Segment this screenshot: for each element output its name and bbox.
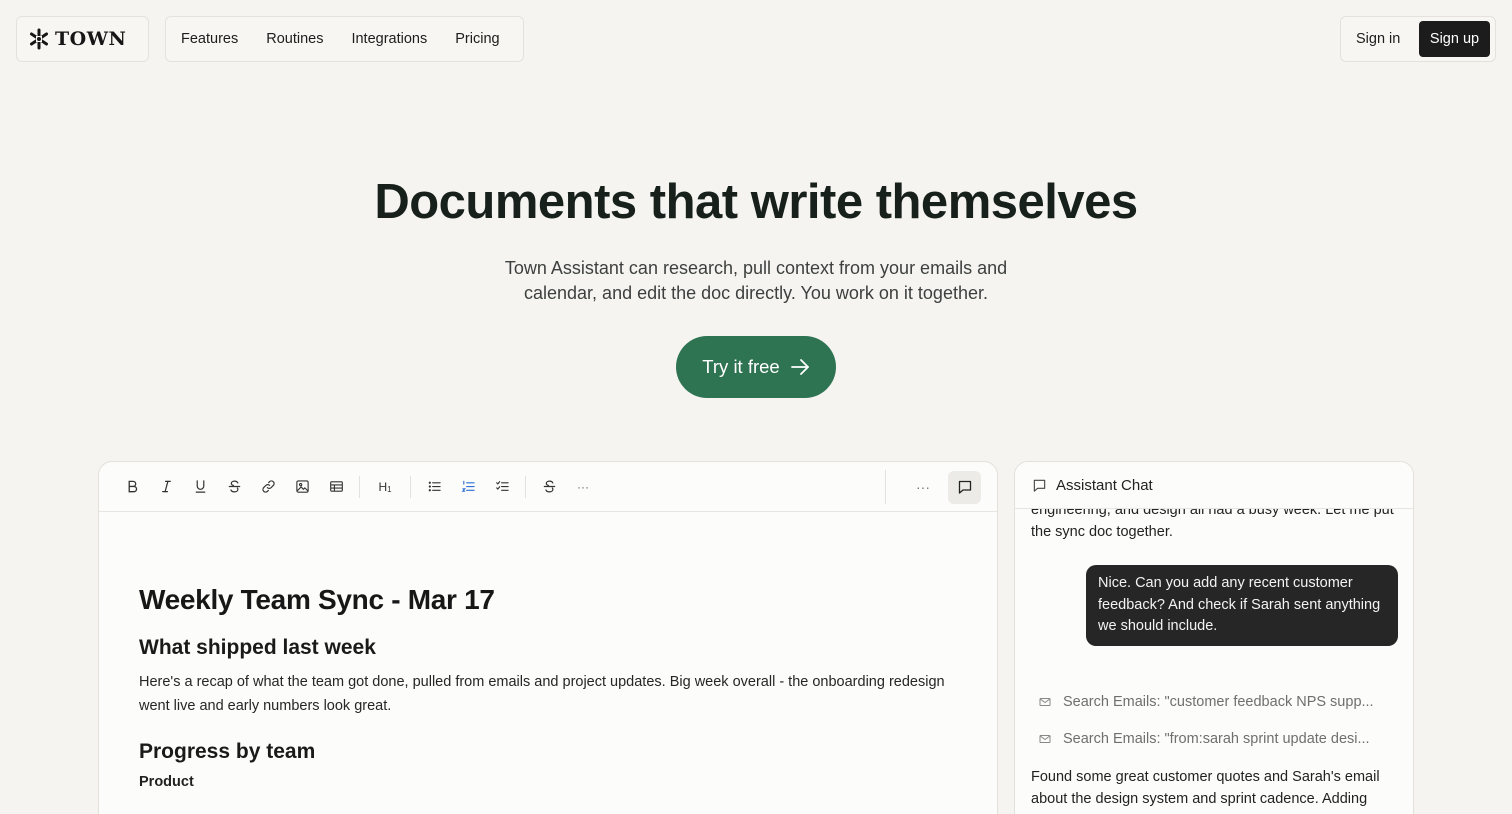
mail-icon xyxy=(1039,735,1051,743)
toolbar-divider xyxy=(885,470,886,504)
assistant-chat-panel: Assistant Chat engineering, and design a… xyxy=(1014,461,1414,814)
more-label: ··· xyxy=(577,479,589,494)
cta-label: Try it free xyxy=(702,356,780,377)
chat-bubble-icon xyxy=(1033,479,1046,492)
heading-level: 1 xyxy=(387,485,392,494)
sign-up-button[interactable]: Sign up xyxy=(1419,21,1490,57)
nav-link-pricing[interactable]: Pricing xyxy=(455,31,499,47)
auth-actions: Sign in Sign up xyxy=(1340,16,1496,62)
hero-subtitle: Town Assistant can research, pull contex… xyxy=(456,256,1056,306)
assistant-message: Found some great customer quotes and Sar… xyxy=(1031,769,1380,814)
tool-call-row[interactable]: Search Emails: "customer feedback NPS su… xyxy=(1039,694,1374,710)
toolbar-right: ··· xyxy=(885,470,981,504)
checklist-icon[interactable] xyxy=(491,476,513,498)
link-icon[interactable] xyxy=(257,476,279,498)
toolbar-divider xyxy=(410,475,411,498)
nav-link-features[interactable]: Features xyxy=(181,31,238,47)
tool-call-label: Search Emails: "customer feedback NPS su… xyxy=(1063,694,1374,710)
italic-icon[interactable] xyxy=(155,476,177,498)
document-title: Weekly Team Sync - Mar 17 xyxy=(139,584,495,615)
main-nav: Features Routines Integrations Pricing xyxy=(165,16,524,62)
strikethrough-icon[interactable] xyxy=(538,476,560,498)
tool-call-label: Search Emails: "from:sarah sprint update… xyxy=(1063,731,1370,747)
section-heading: Progress by team xyxy=(139,740,316,763)
document-editor: H1 ··· ··· Weekly Team Sync - Mar 17 Wha… xyxy=(98,461,998,814)
sign-in-button[interactable]: Sign in xyxy=(1356,31,1400,47)
hero-subtitle-line-1: Town Assistant can research, pull contex… xyxy=(504,258,1008,278)
document-body[interactable]: Weekly Team Sync - Mar 17 What shipped l… xyxy=(99,512,997,790)
table-icon[interactable] xyxy=(325,476,347,498)
try-it-free-button[interactable]: Try it free xyxy=(676,336,836,398)
town-logo-icon xyxy=(30,28,48,50)
more-options-icon[interactable]: ··· xyxy=(908,479,938,495)
chat-header: Assistant Chat xyxy=(1015,462,1413,509)
toolbar-divider xyxy=(525,475,526,498)
hero-subtitle-line-2: calendar, and edit the doc directly. You… xyxy=(524,283,988,303)
image-icon[interactable] xyxy=(291,476,313,498)
numbered-list-icon[interactable] xyxy=(457,476,479,498)
user-message: Nice. Can you add any recent customer fe… xyxy=(1086,565,1398,646)
nav-link-routines[interactable]: Routines xyxy=(266,31,323,47)
logo-text: TOWN xyxy=(55,28,127,50)
tool-call-row[interactable]: Search Emails: "from:sarah sprint update… xyxy=(1039,731,1370,747)
toggle-chat-button[interactable] xyxy=(948,470,981,504)
subsection-heading: Product xyxy=(139,774,194,790)
nav-link-integrations[interactable]: Integrations xyxy=(351,31,427,47)
toolbar-divider xyxy=(359,475,360,498)
strikethrough-icon[interactable] xyxy=(223,476,245,498)
bullet-list-icon[interactable] xyxy=(423,476,445,498)
heading-label: H xyxy=(378,479,388,494)
heading-icon[interactable]: H1 xyxy=(372,476,398,498)
more-icon[interactable]: ··· xyxy=(572,476,594,498)
arrow-right-icon xyxy=(790,359,809,375)
logo[interactable]: TOWN xyxy=(16,16,149,62)
hero-title: Documents that write themselves xyxy=(374,175,1138,229)
underline-icon[interactable] xyxy=(189,476,211,498)
chat-bubble-icon xyxy=(958,480,971,494)
bold-icon[interactable] xyxy=(121,476,143,498)
section-heading: What shipped last week xyxy=(139,636,376,659)
chat-title: Assistant Chat xyxy=(1056,476,1153,494)
mail-icon xyxy=(1039,698,1051,706)
section-paragraph: Here's a recap of what the team got done… xyxy=(139,674,945,714)
editor-toolbar: H1 ··· ··· xyxy=(99,462,997,512)
